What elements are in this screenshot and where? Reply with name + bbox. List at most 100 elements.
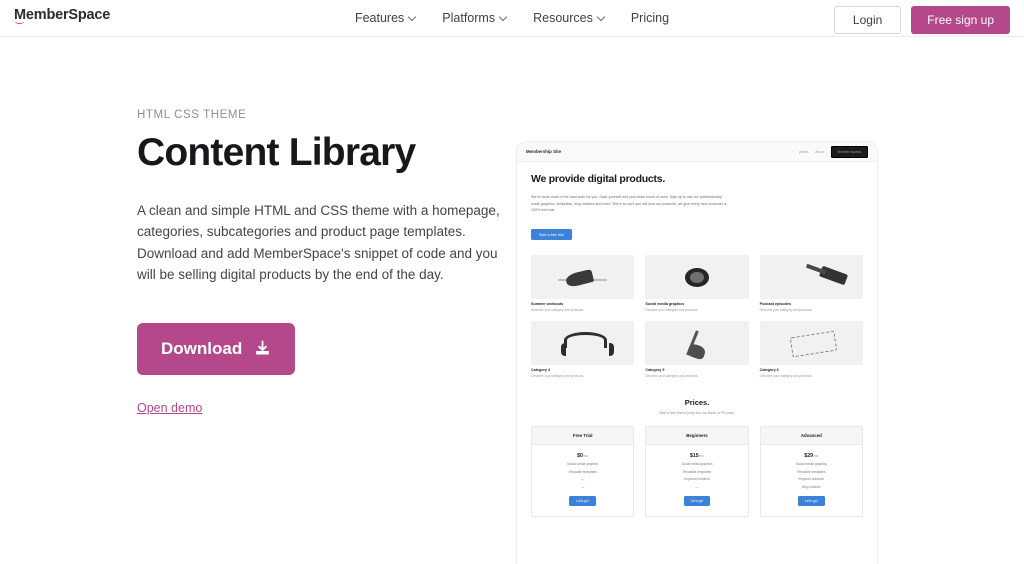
chevron-down-icon <box>598 14 605 21</box>
category-image <box>759 320 863 365</box>
category-subtitle: Describe your category and products. <box>531 373 584 378</box>
nav-item-features[interactable]: Features <box>355 11 416 25</box>
plan-feature: Social media graphics <box>795 462 827 467</box>
plan-price-period: /mo <box>582 453 589 458</box>
hero-eyebrow: HTML CSS THEME <box>137 109 247 121</box>
free-signup-button[interactable]: Free sign up <box>911 6 1010 34</box>
preview-paragraph: We've done most of the hard work for you… <box>531 195 727 213</box>
category-card[interactable]: Social media graphics Describe your cate… <box>645 254 749 312</box>
chevron-down-icon <box>409 14 416 21</box>
category-card[interactable]: Podcast episodes Describe your category … <box>759 254 863 312</box>
site-header: M emberSpace Features Platforms Resource… <box>0 0 1024 37</box>
plan-body: $0/mo Social media graphics Reusable tem… <box>532 445 633 516</box>
plan-price: $29/mo <box>765 453 858 459</box>
category-subtitle: Describe your category and products. <box>531 307 584 312</box>
pricing-plan-card[interactable]: Advanced $29/mo Social media graphics Re… <box>759 425 863 517</box>
envelope-outline-photo <box>760 321 863 365</box>
preview-prices-header: Prices. Start a free trial or jump into … <box>531 398 863 415</box>
nav-item-platforms-label: Platforms <box>442 11 496 25</box>
prices-subtitle: Start a free trial or jump into our Basi… <box>659 410 735 415</box>
preview-nav-prices[interactable]: prices <box>799 150 808 154</box>
preview-nav-about[interactable]: about <box>815 150 823 154</box>
brand-logo[interactable]: M emberSpace <box>14 7 111 24</box>
microphone-photo <box>760 255 863 299</box>
page-content: HTML CSS THEME Content Library A clean a… <box>0 37 1024 564</box>
chevron-down-icon <box>500 14 507 21</box>
category-image <box>645 254 749 299</box>
plan-name: Beginners <box>646 426 748 445</box>
plan-feature: — <box>581 484 585 489</box>
hero-text-column: HTML CSS THEME Content Library A clean a… <box>137 109 509 417</box>
preview-cta-button[interactable]: Start a free trial <box>531 229 572 241</box>
preview-headline: We provide digital products. <box>531 173 665 185</box>
preview-site-header: Membership Site prices about Member Acce… <box>517 142 877 162</box>
nav-item-platforms[interactable]: Platforms <box>442 11 507 25</box>
category-title: Category 4 <box>531 368 551 373</box>
plan-feature: Blog outlines <box>802 484 821 489</box>
open-demo-link[interactable]: Open demo <box>137 401 202 415</box>
category-subtitle: Describe your category and products. <box>645 307 699 312</box>
preview-pricing-plans: Free Trial $0/mo Social media graphics R… <box>531 425 863 517</box>
category-subtitle: Describe your category and products. <box>759 373 813 378</box>
nav-item-resources-label: Resources <box>533 11 593 25</box>
plan-feature: Reusable templates <box>568 469 597 474</box>
nav-item-features-label: Features <box>354 11 405 25</box>
preview-site-name: Membership Site <box>526 149 562 154</box>
plan-price-value: $15 <box>690 452 699 459</box>
category-title: Summer workouts <box>531 302 564 307</box>
plan-feature: Social media graphics <box>681 462 713 467</box>
plan-price: $0/mo <box>536 453 629 459</box>
category-title: Category 6 <box>759 368 779 373</box>
category-card[interactable]: Category 4 Describe your category and pr… <box>531 320 635 378</box>
plan-feature: Reusable templates <box>682 469 712 474</box>
person-exercising-photo <box>531 255 634 299</box>
category-title: Podcast episodes <box>759 302 792 307</box>
plan-price-period: /mo <box>698 453 704 458</box>
header-actions: Login Free sign up <box>833 6 1010 34</box>
main-navigation: Features Platforms Resources Pricing <box>355 11 669 25</box>
plan-name: Free Trial <box>532 426 634 445</box>
plan-feature: — <box>581 477 585 482</box>
prices-title: Prices. <box>684 397 710 407</box>
plan-cta-button[interactable]: Let's go! <box>797 495 825 506</box>
category-card[interactable]: Category 6 Describe your category and pr… <box>759 320 863 378</box>
login-button[interactable]: Login <box>833 6 902 34</box>
brand-logo-text: emberSpace <box>25 7 111 23</box>
hand-with-pen-photo <box>645 321 748 365</box>
preview-site-nav: prices about Member Access <box>799 145 868 158</box>
plan-cta-button[interactable]: Let's go! <box>683 495 711 506</box>
plan-feature: Keyword research <box>798 477 825 482</box>
pricing-plan-card[interactable]: Free Trial $0/mo Social media graphics R… <box>531 425 635 517</box>
nav-item-resources[interactable]: Resources <box>533 11 605 25</box>
plan-feature: — <box>695 484 699 489</box>
download-button[interactable]: Download <box>137 322 296 375</box>
plan-cta-button[interactable]: Let's go! <box>569 495 597 506</box>
category-subtitle: Describe your category and products. <box>645 373 699 378</box>
theme-preview-mockup[interactable]: Membership Site prices about Member Acce… <box>516 141 878 564</box>
preview-body: We provide digital products. We've done … <box>517 162 877 517</box>
category-card[interactable]: Summer workouts Describe your category a… <box>531 254 635 312</box>
category-title: Category 5 <box>645 368 665 373</box>
plan-feature: Reusable templates <box>797 469 826 474</box>
page-title: Content Library <box>137 131 416 174</box>
plan-body: $15/mo Social media graphics Reusable te… <box>646 445 747 516</box>
headphones-photo <box>531 321 634 365</box>
plan-name: Advanced <box>760 426 862 445</box>
pricing-plan-card[interactable]: Beginners $15/mo Social media graphics R… <box>645 425 749 517</box>
camera-lens-photo <box>645 255 748 299</box>
preview-member-access-button[interactable]: Member Access <box>830 145 868 158</box>
nav-item-pricing[interactable]: Pricing <box>631 11 669 25</box>
download-button-label: Download <box>161 338 243 358</box>
category-image <box>759 254 863 299</box>
category-subtitle: Describe your category and products. <box>759 307 813 312</box>
plan-price: $15/mo <box>650 453 743 459</box>
plan-price-period: /mo <box>812 453 819 458</box>
category-image <box>531 320 635 365</box>
logo-swoosh-icon: M <box>14 7 26 24</box>
category-card[interactable]: Category 5 Describe your category and pr… <box>645 320 749 378</box>
category-image <box>645 320 749 365</box>
plan-price-value: $29 <box>804 452 813 459</box>
plan-feature: Social media graphics <box>567 462 599 467</box>
nav-item-pricing-label: Pricing <box>630 11 670 25</box>
plan-body: $29/mo Social media graphics Reusable te… <box>761 445 862 516</box>
